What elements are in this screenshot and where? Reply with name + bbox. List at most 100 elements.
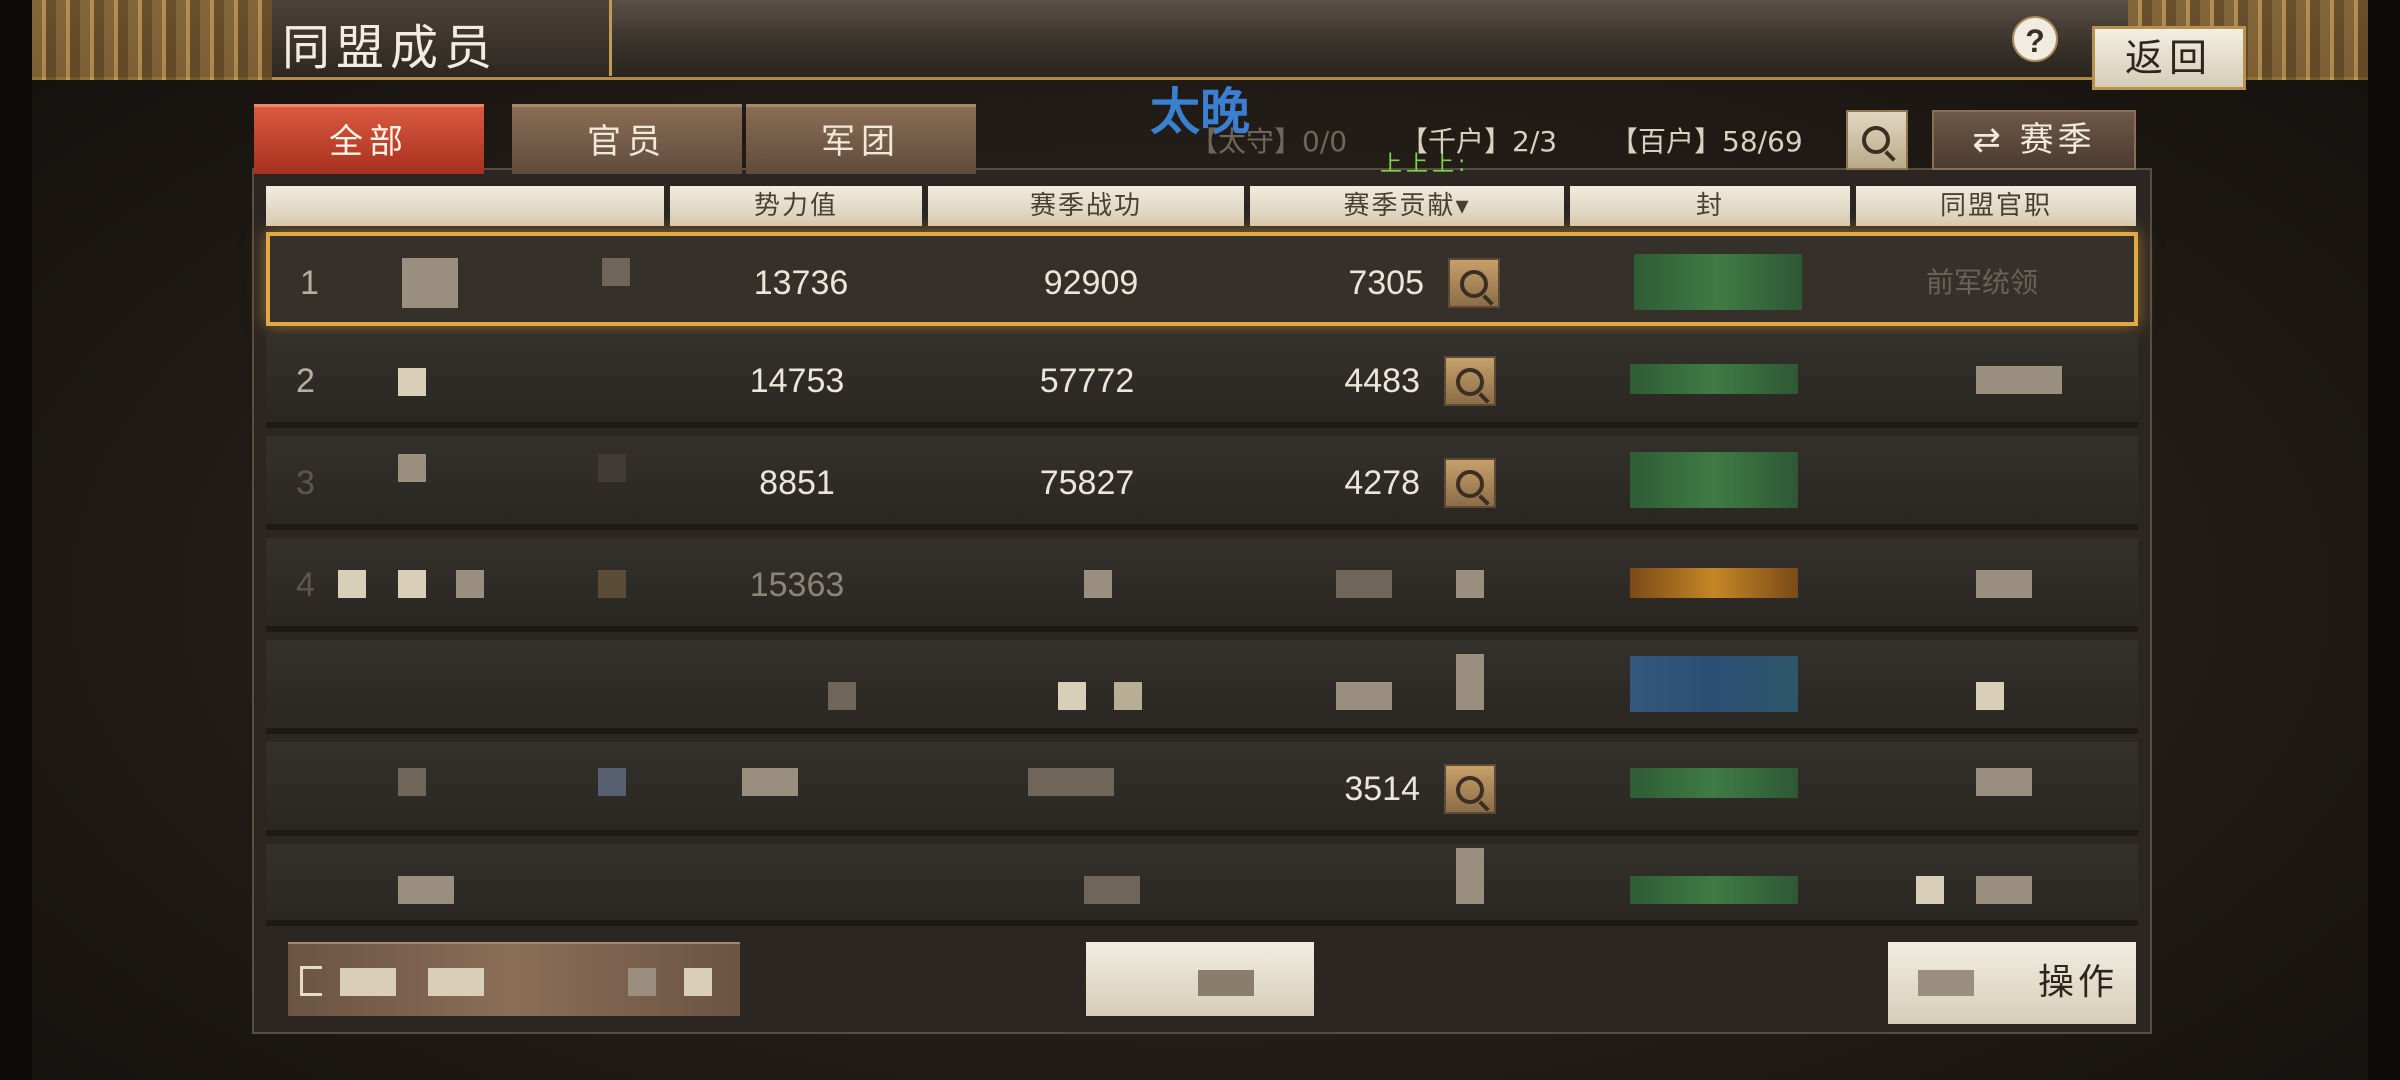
avatar	[398, 368, 426, 396]
contribution-mosaic	[1456, 654, 1484, 710]
col-power[interactable]: 势力值	[670, 186, 924, 226]
row-rank: 4	[296, 566, 315, 604]
stat-qianhu: 【千户】2/3	[1400, 125, 1558, 158]
search-icon	[1456, 776, 1484, 804]
mosaic	[684, 968, 712, 996]
table-row[interactable]: 3514	[266, 742, 2138, 836]
avatar	[398, 454, 426, 482]
mosaic	[598, 768, 626, 796]
row-rank: 1	[300, 264, 319, 302]
left-edge	[0, 0, 32, 1080]
power-mosaic	[742, 768, 798, 796]
row-officer: 前军统领	[1926, 266, 2039, 299]
row-power: 8851	[759, 464, 835, 502]
search-icon	[1456, 368, 1484, 396]
officer-mosaic	[1916, 876, 1944, 904]
row-power: 14753	[749, 362, 845, 400]
tab-all[interactable]: 全部	[254, 104, 484, 174]
row-search-button[interactable]	[1448, 258, 1500, 308]
page-title: 同盟成员	[282, 20, 499, 76]
help-icon[interactable]: ?	[2012, 16, 2058, 62]
mosaic	[1198, 970, 1254, 996]
mosaic	[1058, 682, 1086, 710]
row-merit: 92909	[1043, 264, 1139, 302]
merit-mosaic	[1028, 768, 1114, 796]
middle-button[interactable]	[1086, 942, 1314, 1016]
col-officer[interactable]: 同盟官职	[1856, 186, 2138, 226]
officer-mosaic	[1976, 682, 2004, 710]
row-merit: 75827	[1039, 464, 1135, 502]
fief-mosaic	[1630, 452, 1798, 508]
contribution-mosaic	[1456, 570, 1484, 598]
officer-mosaic	[1976, 570, 2032, 598]
mosaic	[456, 570, 484, 598]
avatar	[402, 258, 458, 308]
mosaic	[1918, 970, 1974, 996]
table-row[interactable]: 4 15363	[266, 538, 2138, 632]
operate-button[interactable]: 操作	[1888, 942, 2136, 1024]
search-button[interactable]	[1846, 110, 1908, 170]
col-fief[interactable]: 封	[1570, 186, 1852, 226]
mosaic	[628, 968, 656, 996]
mosaic	[598, 570, 626, 598]
avatar	[398, 768, 426, 796]
col-contribution[interactable]: 赛季贡献▾	[1250, 186, 1566, 226]
table-row[interactable]: 1 13736 92909 7305 前军统领	[266, 232, 2138, 326]
row-contribution: 3514	[1344, 770, 1420, 808]
stat-taishou: 【太守】0/0	[1190, 125, 1348, 158]
contribution-mosaic	[1456, 848, 1484, 904]
season-button[interactable]: ⇄ 赛季	[1932, 110, 2136, 170]
row-rank: 2	[296, 362, 315, 400]
row-contribution: 4278	[1344, 464, 1420, 502]
fief-mosaic	[1630, 768, 1798, 798]
avatar	[338, 570, 366, 598]
mosaic	[398, 570, 426, 598]
row-search-button[interactable]	[1444, 356, 1496, 406]
mosaic	[602, 258, 630, 286]
search-icon	[1862, 126, 1890, 154]
back-button[interactable]: 返回	[2092, 26, 2246, 90]
merit-mosaic	[1084, 876, 1140, 904]
row-search-button[interactable]	[1444, 458, 1496, 508]
col-name[interactable]	[266, 186, 666, 226]
operate-label: 操作	[2037, 962, 2118, 1003]
leave-alliance-button[interactable]	[288, 942, 740, 1016]
avatar	[398, 876, 454, 904]
fief-mosaic	[1630, 568, 1798, 598]
mosaic	[340, 968, 396, 996]
officer-mosaic	[1976, 876, 2032, 904]
contribution-mosaic	[1336, 682, 1392, 710]
contribution-mosaic	[1336, 570, 1392, 598]
row-contribution: 7305	[1348, 264, 1424, 302]
mosaic	[828, 682, 856, 710]
mosaic	[428, 968, 484, 996]
fief-mosaic	[1630, 656, 1798, 712]
row-merit: 57772	[1039, 362, 1135, 400]
search-icon	[1456, 470, 1484, 498]
table-row[interactable]	[266, 640, 2138, 734]
mosaic	[598, 454, 626, 482]
tab-legions[interactable]: 军团	[746, 104, 976, 174]
row-power: 15363	[749, 566, 845, 604]
search-icon	[1460, 270, 1488, 298]
merit-mosaic	[1084, 570, 1112, 598]
ornament-left	[32, 0, 272, 80]
fief-mosaic	[1634, 254, 1802, 310]
right-edge	[2368, 0, 2400, 1080]
officer-mosaic	[1976, 768, 2032, 796]
exit-icon	[300, 966, 322, 996]
row-rank: 3	[296, 464, 315, 502]
season-switch-icon: ⇄	[1972, 120, 2020, 160]
mosaic	[1114, 682, 1142, 710]
fief-mosaic	[1630, 876, 1798, 904]
row-search-button[interactable]	[1444, 764, 1496, 814]
table-row[interactable]	[266, 844, 2138, 926]
stat-baihu: 【百户】58/69	[1610, 125, 1803, 158]
season-label: 赛季	[2019, 120, 2096, 160]
row-power: 13736	[753, 264, 849, 302]
fief-mosaic	[1630, 364, 1798, 394]
table-row[interactable]: 3 8851 75827 4278	[266, 436, 2138, 530]
tab-officials[interactable]: 官员	[512, 104, 742, 174]
col-merit[interactable]: 赛季战功	[928, 186, 1246, 226]
table-row[interactable]: 2 14753 57772 4483	[266, 334, 2138, 428]
